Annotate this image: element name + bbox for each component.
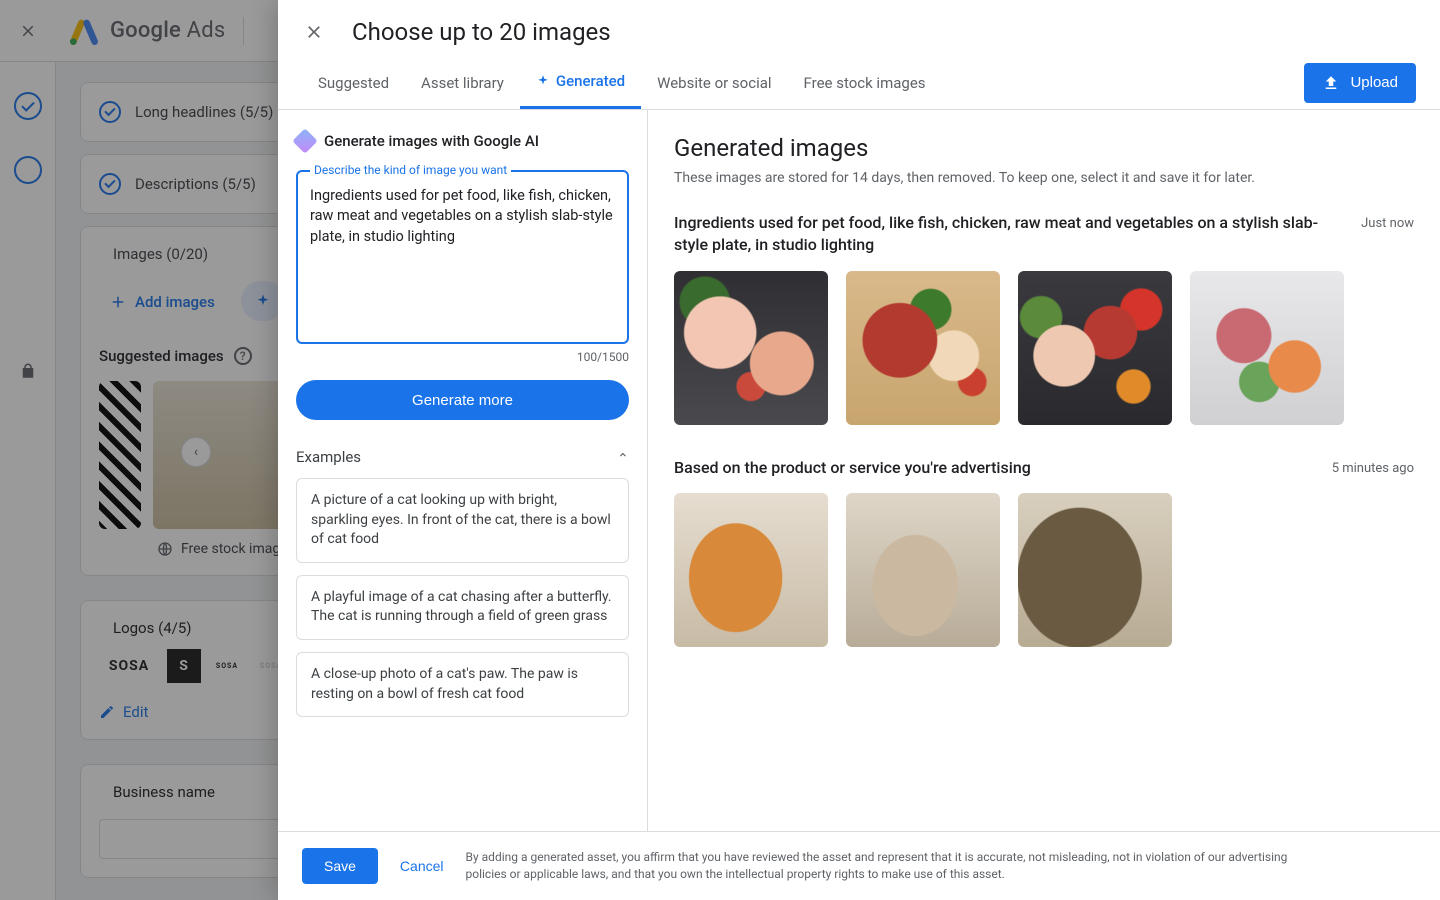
generate-panel: Generate images with Google AI Describe … bbox=[278, 110, 648, 831]
tab-asset-library[interactable]: Asset library bbox=[405, 56, 520, 109]
generation-prompt: Based on the product or service you're a… bbox=[674, 457, 1031, 479]
generated-image[interactable] bbox=[846, 271, 1000, 425]
generated-image[interactable] bbox=[674, 271, 828, 425]
sparkle-icon bbox=[536, 74, 550, 88]
generated-image[interactable] bbox=[674, 493, 828, 647]
upload-button[interactable]: Upload bbox=[1304, 63, 1416, 103]
cancel-button[interactable]: Cancel bbox=[400, 858, 444, 874]
prompt-field-label: Describe the kind of image you want bbox=[310, 163, 511, 177]
prompt-field[interactable]: Describe the kind of image you want bbox=[296, 170, 629, 344]
generation-timestamp: 5 minutes ago bbox=[1332, 457, 1414, 476]
tab-suggested[interactable]: Suggested bbox=[302, 56, 405, 109]
save-button[interactable]: Save bbox=[302, 848, 378, 884]
generated-image[interactable] bbox=[846, 493, 1000, 647]
ai-heading-text: Generate images with Google AI bbox=[324, 132, 539, 150]
close-icon[interactable] bbox=[302, 20, 326, 44]
generate-more-button[interactable]: Generate more bbox=[296, 380, 629, 420]
example-prompt[interactable]: A close-up photo of a cat's paw. The paw… bbox=[296, 652, 629, 717]
examples-label: Examples bbox=[296, 448, 361, 466]
generation-timestamp: Just now bbox=[1361, 212, 1414, 231]
tab-label: Generated bbox=[556, 72, 625, 90]
image-picker-modal: Choose up to 20 images Suggested Asset l… bbox=[278, 0, 1440, 900]
tab-generated[interactable]: Generated bbox=[520, 56, 641, 109]
generated-image[interactable] bbox=[1190, 271, 1344, 425]
generation-prompt: Ingredients used for pet food, like fish… bbox=[674, 212, 1321, 257]
generated-results-panel: Generated images These images are stored… bbox=[648, 110, 1440, 831]
tabs-row: Suggested Asset library Generated Websit… bbox=[278, 56, 1440, 110]
generated-subtitle: These images are stored for 14 days, the… bbox=[674, 170, 1414, 186]
modal-title: Choose up to 20 images bbox=[352, 18, 611, 46]
disclaimer-text: By adding a generated asset, you affirm … bbox=[466, 849, 1326, 883]
generated-title: Generated images bbox=[674, 134, 1414, 162]
generated-image[interactable] bbox=[1018, 493, 1172, 647]
generated-image[interactable] bbox=[1018, 271, 1172, 425]
prompt-textarea[interactable] bbox=[310, 186, 615, 326]
example-prompt[interactable]: A picture of a cat looking up with brigh… bbox=[296, 478, 629, 563]
generated-image-grid bbox=[674, 271, 1414, 425]
modal-header: Choose up to 20 images bbox=[278, 0, 1440, 56]
char-count: 100/1500 bbox=[296, 350, 629, 364]
upload-icon bbox=[1322, 74, 1340, 92]
chevron-up-icon: ⌄ bbox=[617, 449, 629, 465]
tab-website-social[interactable]: Website or social bbox=[641, 56, 787, 109]
tab-free-stock[interactable]: Free stock images bbox=[788, 56, 942, 109]
generated-image-grid bbox=[674, 493, 1414, 647]
example-prompt[interactable]: A playful image of a cat chasing after a… bbox=[296, 575, 629, 640]
ai-diamond-icon bbox=[292, 128, 317, 153]
examples-toggle[interactable]: Examples ⌄ bbox=[296, 448, 629, 466]
modal-footer: Save Cancel By adding a generated asset,… bbox=[278, 831, 1440, 900]
upload-label: Upload bbox=[1350, 74, 1398, 91]
ai-heading: Generate images with Google AI bbox=[296, 132, 629, 150]
